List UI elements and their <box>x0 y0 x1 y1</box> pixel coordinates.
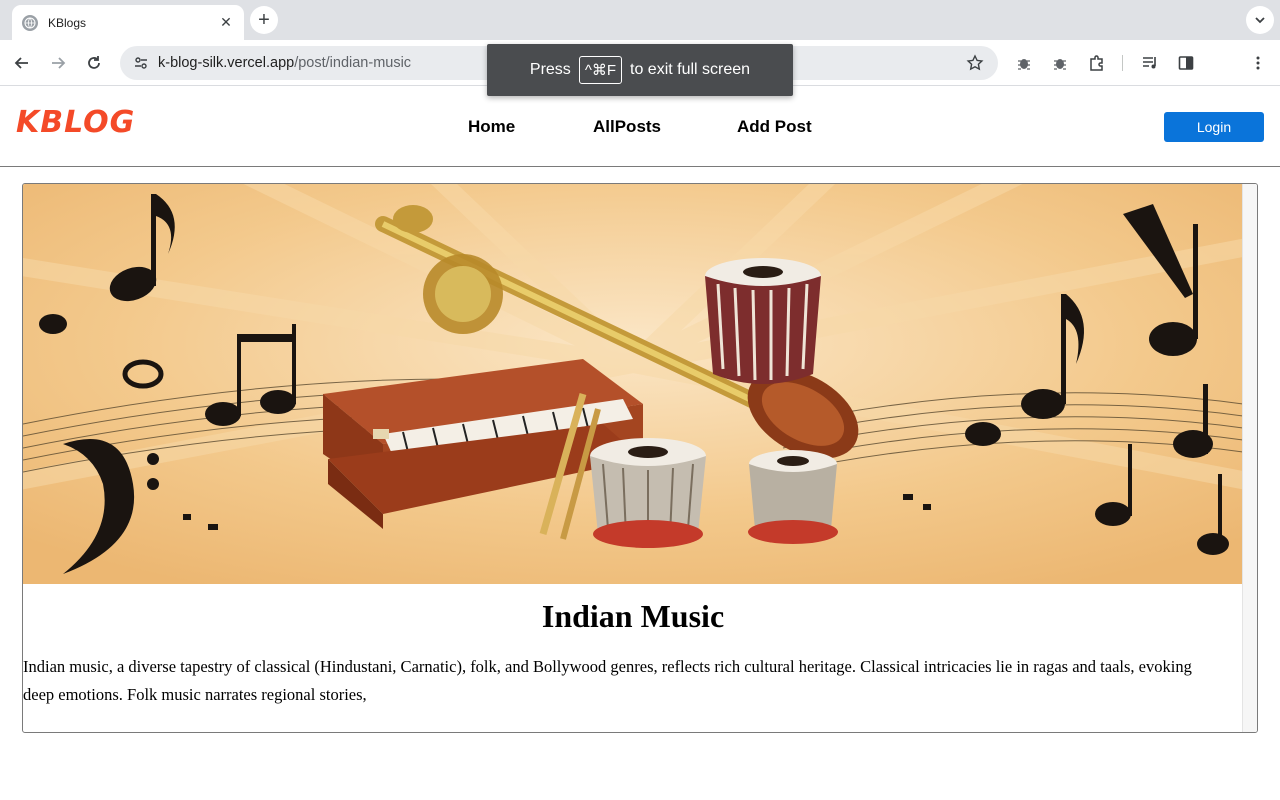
puzzle-icon[interactable] <box>1086 52 1108 74</box>
browser-tabstrip: KBlogs ✕ + <box>0 0 1280 40</box>
forward-arrow-icon[interactable] <box>44 49 72 77</box>
nav-add-post[interactable]: Add Post <box>737 117 812 137</box>
sidepanel-icon[interactable] <box>1175 52 1197 74</box>
toolbar-separator <box>1122 55 1123 71</box>
post-body: Indian music, a diverse tapestry of clas… <box>23 657 1192 704</box>
tab-title: KBlogs <box>48 15 87 30</box>
scrollbar-track[interactable] <box>1242 184 1257 732</box>
nav-home[interactable]: Home <box>468 117 515 137</box>
bug-icon[interactable] <box>1013 52 1035 74</box>
fullscreen-shortcut-key: ^⌘F <box>578 56 623 84</box>
fullscreen-toast: Press ^⌘F to exit full screen <box>487 44 793 96</box>
more-icon[interactable] <box>1247 52 1269 74</box>
site-settings-icon[interactable] <box>130 52 152 74</box>
post-image <box>23 184 1243 584</box>
post-card: Indian Music Indian music, a diverse tap… <box>22 183 1258 733</box>
nav-allposts[interactable]: AllPosts <box>593 117 661 137</box>
close-icon[interactable]: ✕ <box>218 14 234 31</box>
browser-tab[interactable]: KBlogs ✕ <box>12 5 244 40</box>
plus-icon[interactable]: + <box>250 6 278 34</box>
url-host: k-blog-silk.vercel.app <box>158 55 295 71</box>
login-button[interactable]: Login <box>1164 112 1264 142</box>
bug-icon[interactable] <box>1049 52 1071 74</box>
url-path: /post/indian-music <box>294 55 412 71</box>
back-arrow-icon[interactable] <box>8 49 36 77</box>
site-logo[interactable]: KBLOG <box>16 105 135 140</box>
star-icon[interactable] <box>964 52 986 74</box>
post-title: Indian Music <box>541 598 725 634</box>
media-icon[interactable] <box>1139 52 1161 74</box>
site-header: KBLOG Home AllPosts Add Post Login <box>0 87 1280 167</box>
fullscreen-press-text: Press <box>529 61 571 78</box>
fullscreen-exit-text: to exit full screen <box>630 61 751 78</box>
chevron-down-icon[interactable] <box>1246 6 1274 34</box>
reload-icon[interactable] <box>80 49 108 77</box>
globe-icon <box>22 14 38 31</box>
